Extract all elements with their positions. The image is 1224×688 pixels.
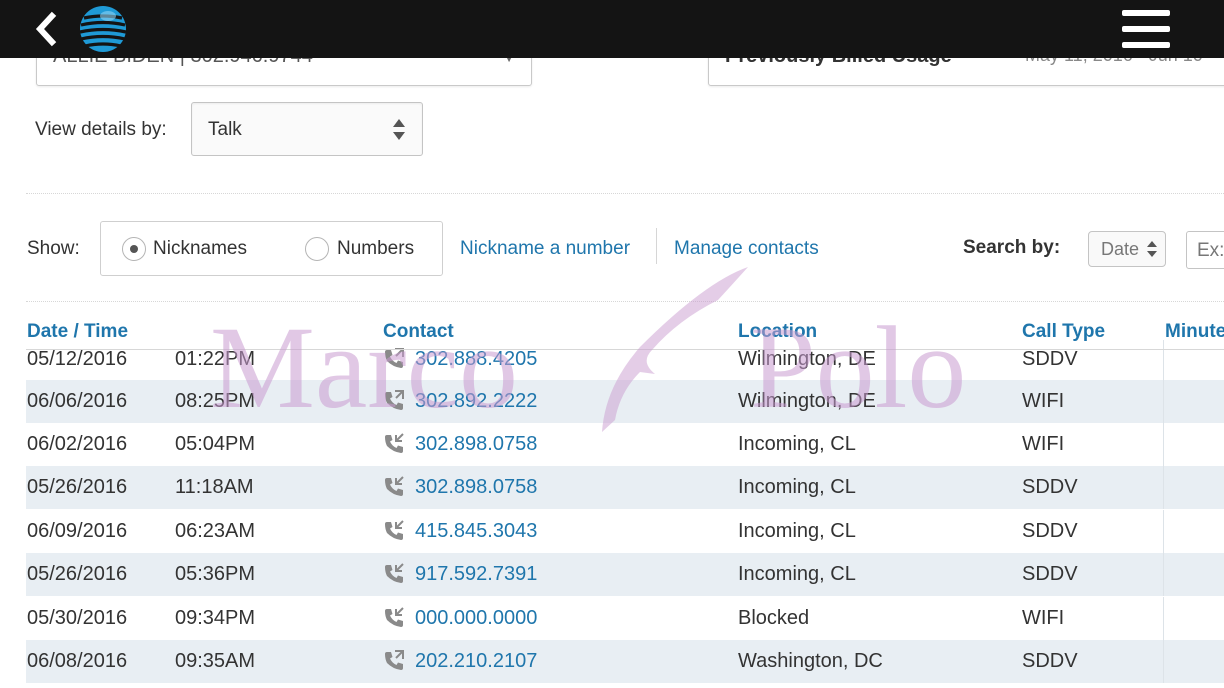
table-row: 05/26/2016 05:36PM 917.592.7391 Incoming… — [26, 553, 1224, 596]
contact-number-link[interactable]: 302.892.2222 — [415, 390, 537, 413]
date-cell: 06/06/2016 — [27, 390, 128, 412]
call-type-cell: SDDV — [1022, 520, 1078, 542]
time-cell: 01:22PM — [175, 348, 256, 370]
table-row: 05/12/2016 01:22PM 302.888.4205 Wilmingt… — [26, 340, 1224, 381]
column-divider — [1163, 466, 1164, 509]
outgoing-call-icon — [382, 649, 406, 673]
call-type-cell: WIFI — [1022, 390, 1065, 412]
time-cell: 06:23AM — [175, 520, 256, 542]
search-by-select[interactable]: Date — [1088, 231, 1166, 267]
location-cell: Incoming, CL — [738, 520, 856, 542]
numbers-radio-label[interactable]: Numbers — [337, 238, 414, 260]
outgoing-call-icon — [382, 389, 406, 413]
location-cell: Washington, DC — [738, 650, 883, 672]
date-cell: 05/30/2016 — [27, 607, 128, 629]
time-cell: 05:36PM — [175, 563, 256, 585]
location-cell: Incoming, CL — [738, 476, 856, 498]
att-globe-logo[interactable] — [78, 4, 128, 54]
nicknames-radio-label[interactable]: Nicknames — [153, 238, 247, 260]
select-arrows-icon — [392, 119, 406, 143]
table-row: 06/02/2016 05:04PM 302.898.0758 Incoming… — [26, 423, 1224, 466]
column-divider — [1163, 597, 1164, 640]
date-cell: 06/09/2016 — [27, 520, 128, 542]
search-input[interactable]: Ex: — [1186, 231, 1224, 269]
location-cell: Wilmington, DE — [738, 390, 876, 412]
table-row: 06/08/2016 09:35AM 202.210.2107 Washingt… — [26, 640, 1224, 683]
time-cell: 05:04PM — [175, 433, 256, 455]
date-cell: 05/26/2016 — [27, 563, 128, 585]
call-type-cell: SDDV — [1022, 476, 1078, 498]
link-separator — [656, 228, 657, 264]
select-arrows-icon — [1147, 241, 1157, 259]
time-cell: 08:25PM — [175, 390, 256, 412]
numbers-radio[interactable] — [305, 237, 329, 261]
location-cell: Incoming, CL — [738, 433, 856, 455]
nickname-a-number-link[interactable]: Nickname a number — [460, 238, 630, 260]
date-cell: 06/08/2016 — [27, 650, 128, 672]
location-cell: Blocked — [738, 607, 810, 629]
contact-number-link[interactable]: 000.000.0000 — [415, 607, 537, 630]
top-nav-bar — [0, 0, 1224, 58]
search-by-value: Date — [1101, 239, 1140, 259]
nicknames-radio[interactable] — [122, 237, 146, 261]
search-input-placeholder: Ex: — [1197, 240, 1224, 261]
table-row: 06/06/2016 08:25PM 302.892.2222 Wilmingt… — [26, 380, 1224, 423]
column-divider — [1163, 423, 1164, 466]
show-toggle-group: Nicknames Numbers — [100, 221, 443, 276]
call-type-cell: SDDV — [1022, 650, 1078, 672]
table-row: 06/09/2016 06:23AM 415.845.3043 Incoming… — [26, 510, 1224, 553]
table-row: 05/30/2016 09:34PM 000.000.0000 Blocked … — [26, 597, 1224, 640]
contact-number-link[interactable]: 302.898.0758 — [415, 433, 537, 456]
view-details-label: View details by: — [35, 119, 167, 140]
hamburger-menu-icon[interactable] — [1122, 8, 1172, 50]
contact-number-link[interactable]: 917.592.7391 — [415, 563, 537, 586]
divider — [26, 301, 1224, 302]
outgoing-call-icon — [382, 347, 406, 371]
column-divider — [1163, 340, 1164, 381]
table-header-divider — [26, 349, 1224, 350]
incoming-call-icon — [382, 519, 406, 543]
divider — [26, 193, 1224, 194]
call-type-cell: WIFI — [1022, 607, 1065, 629]
location-cell: Wilmington, DE — [738, 348, 876, 370]
call-type-cell: WIFI — [1022, 433, 1065, 455]
chevron-left-icon[interactable] — [30, 10, 64, 48]
column-divider — [1163, 380, 1164, 423]
time-cell: 11:18AM — [175, 476, 254, 498]
view-details-value: Talk — [208, 119, 242, 140]
date-cell: 06/02/2016 — [27, 433, 128, 455]
show-label: Show: — [27, 238, 80, 259]
column-divider — [1163, 553, 1164, 596]
incoming-call-icon — [382, 475, 406, 499]
contact-number-link[interactable]: 302.888.4205 — [415, 348, 537, 371]
call-type-cell: SDDV — [1022, 348, 1078, 370]
date-cell: 05/26/2016 — [27, 476, 128, 498]
incoming-call-icon — [382, 432, 406, 456]
incoming-call-icon — [382, 562, 406, 586]
time-cell: 09:35AM — [175, 650, 256, 672]
table-row: 05/26/2016 11:18AM 302.898.0758 Incoming… — [26, 466, 1224, 509]
contact-number-link[interactable]: 415.845.3043 — [415, 520, 537, 543]
location-cell: Incoming, CL — [738, 563, 856, 585]
time-cell: 09:34PM — [175, 607, 256, 629]
column-divider — [1163, 640, 1164, 683]
contact-number-link[interactable]: 302.898.0758 — [415, 476, 537, 499]
manage-contacts-link[interactable]: Manage contacts — [674, 238, 819, 260]
contact-number-link[interactable]: 202.210.2107 — [415, 650, 537, 673]
column-divider — [1163, 510, 1164, 553]
view-details-select[interactable]: Talk — [191, 102, 423, 156]
search-by-label: Search by: — [963, 237, 1061, 258]
date-cell: 05/12/2016 — [27, 348, 128, 370]
call-type-cell: SDDV — [1022, 563, 1078, 585]
call-log-table: 05/12/2016 01:22PM 302.888.4205 Wilmingt… — [26, 340, 1224, 688]
incoming-call-icon — [382, 606, 406, 630]
